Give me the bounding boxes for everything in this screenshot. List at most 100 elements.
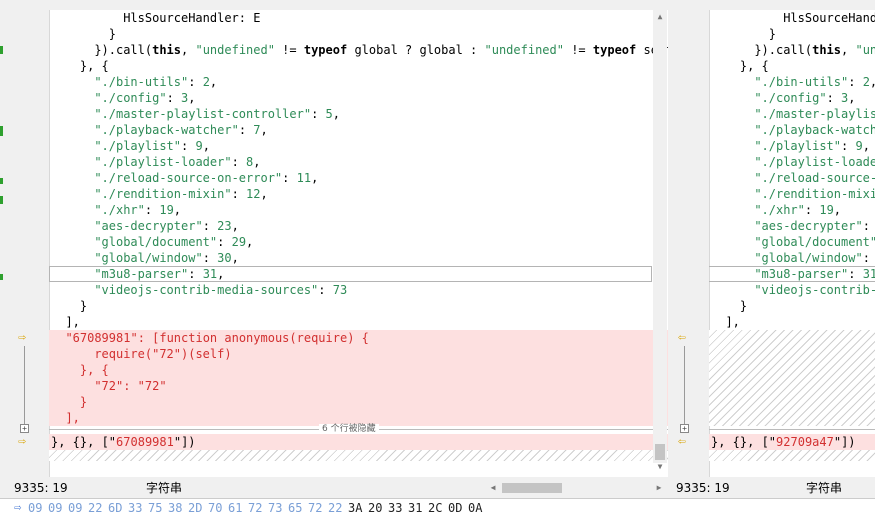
- code-token: "aes-decrypter": [754, 219, 863, 233]
- code-line[interactable]: "./playlist-loader": 8,: [49, 154, 668, 170]
- change-indicator: [0, 196, 3, 204]
- code-token: this: [152, 43, 182, 57]
- code-line[interactable]: "./master-playlist-controller": [709, 106, 875, 122]
- code-line[interactable]: "./reload-source-on-error": [709, 170, 875, 186]
- code-line[interactable]: "videojs-contrib-media-sources": [709, 282, 875, 298]
- left-vertical-scrollbar[interactable]: ▲ ▼: [653, 10, 667, 471]
- empty-hatch-area: [709, 330, 875, 426]
- left-code-area[interactable]: HlsSourceHandler: E}}).call(this, "undef…: [49, 10, 668, 477]
- code-line[interactable]: "./xhr": 19,: [49, 202, 668, 218]
- code-token: "undefined": [195, 43, 275, 57]
- code-token: }, {: [79, 59, 109, 73]
- code-token: "./xhr": [754, 203, 805, 217]
- code-line[interactable]: }: [49, 298, 668, 314]
- code-line[interactable]: "./playlist": 9,: [49, 138, 668, 154]
- code-line[interactable]: "./master-playlist-controller": 5,: [49, 106, 668, 122]
- code-token: ,: [260, 187, 268, 201]
- hex-byte: 72: [248, 501, 263, 515]
- code-token: 9: [855, 139, 863, 153]
- hex-byte: 0A: [468, 501, 483, 515]
- arrow-left-marker-icon[interactable]: ⇦: [678, 434, 686, 450]
- scroll-thumb[interactable]: [655, 444, 665, 460]
- code-token: "]): [833, 435, 856, 449]
- change-indicator: [0, 274, 3, 280]
- code-line[interactable]: "m3u8-parser": 31,: [49, 266, 668, 282]
- code-token: ,: [246, 235, 254, 249]
- code-token: }).call(: [94, 43, 153, 57]
- code-line[interactable]: "aes-decrypter": 23,: [49, 218, 668, 234]
- left-horizontal-scrollbar[interactable]: ◀ ▶: [486, 481, 668, 495]
- code-line[interactable]: "./reload-source-on-error": 11,: [49, 170, 668, 186]
- code-line[interactable]: "global/window": 30: [709, 250, 875, 266]
- code-token: "m3u8-parser": [754, 267, 849, 281]
- code-line[interactable]: }: [49, 394, 668, 410]
- code-token: :: [166, 91, 182, 105]
- code-line[interactable]: "./config": 3,: [49, 90, 668, 106]
- code-token: "]): [173, 435, 196, 449]
- code-token: "./playback-watcher": [754, 123, 875, 137]
- code-line[interactable]: }: [709, 26, 875, 42]
- code-token: :: [202, 251, 218, 265]
- code-line[interactable]: "./playback-watcher": 7,: [49, 122, 668, 138]
- code-token: ,: [231, 219, 239, 233]
- code-line[interactable]: "./rendition-mixin": 12,: [49, 186, 668, 202]
- hex-byte: 75: [148, 501, 163, 515]
- code-line[interactable]: ],: [49, 314, 668, 330]
- code-line[interactable]: }, {: [49, 362, 668, 378]
- scroll-thumb[interactable]: [502, 483, 562, 493]
- code-line[interactable]: "./bin-utils": 2,: [709, 74, 875, 90]
- code-token: "./config": [754, 91, 827, 105]
- code-token: :: [188, 75, 203, 89]
- code-line[interactable]: "m3u8-parser": 31,: [709, 266, 875, 282]
- arrow-right-marker-icon[interactable]: ⇨: [18, 434, 26, 450]
- code-line[interactable]: }, {: [709, 58, 875, 74]
- code-line[interactable]: }).call(this, "undefined" != typeof glob…: [49, 42, 668, 58]
- hex-byte: 61: [228, 501, 243, 515]
- code-line[interactable]: }: [49, 26, 668, 42]
- code-token: }: [739, 299, 748, 313]
- scroll-up-icon[interactable]: ▲: [653, 10, 667, 24]
- code-line[interactable]: }).call(this, "undefined": [709, 42, 875, 58]
- fold-bracket: [24, 346, 25, 426]
- code-line[interactable]: "67089981": [function anonymous(require)…: [49, 330, 668, 346]
- scroll-left-icon[interactable]: ◀: [486, 481, 500, 495]
- code-token: this: [812, 43, 842, 57]
- code-token: 29: [231, 235, 247, 249]
- code-line[interactable]: ],: [709, 314, 875, 330]
- code-token: require("72")(self): [94, 347, 232, 361]
- code-line[interactable]: "videojs-contrib-media-sources": 73: [49, 282, 668, 298]
- code-token: 31: [862, 267, 875, 281]
- expand-plus-icon[interactable]: +: [20, 424, 29, 433]
- hex-byte: 09: [28, 501, 43, 515]
- right-code-area[interactable]: HlsSourceHandler: E}}).call(this, "undef…: [709, 10, 875, 477]
- code-line[interactable]: require("72")(self): [49, 346, 668, 362]
- code-token: typeof: [303, 43, 348, 57]
- code-line[interactable]: "./rendition-mixin": [709, 186, 875, 202]
- code-line[interactable]: "./playlist": 9,: [709, 138, 875, 154]
- code-line[interactable]: "./config": 3,: [709, 90, 875, 106]
- code-token: "./playlist-loader": [94, 155, 232, 169]
- code-line[interactable]: HlsSourceHandler: E: [709, 10, 875, 26]
- code-line[interactable]: "72": "72": [49, 378, 668, 394]
- code-line[interactable]: "./xhr": 19,: [709, 202, 875, 218]
- code-line[interactable]: "./bin-utils": 2,: [49, 74, 668, 90]
- scroll-down-icon[interactable]: ▼: [653, 460, 667, 474]
- right-compare-pane[interactable]: HlsSourceHandler: E}}).call(this, "undef…: [674, 10, 875, 477]
- fold-hidden-lines-label[interactable]: 6 个行被隐藏: [319, 424, 379, 434]
- code-line[interactable]: }, {: [49, 58, 668, 74]
- arrow-left-marker-icon[interactable]: ⇦: [678, 330, 686, 346]
- code-line[interactable]: "global/document": 29,: [49, 234, 668, 250]
- code-line[interactable]: "./playlist-loader": [709, 154, 875, 170]
- code-line[interactable]: }: [709, 298, 875, 314]
- arrow-right-marker-icon[interactable]: ⇨: [18, 330, 26, 346]
- code-token: HlsSourceHandler: E: [123, 11, 261, 25]
- code-line[interactable]: "aes-decrypter": 23: [709, 218, 875, 234]
- scroll-right-icon[interactable]: ▶: [652, 481, 666, 495]
- code-line[interactable]: "global/window": 30,: [49, 250, 668, 266]
- left-compare-pane[interactable]: HlsSourceHandler: E}}).call(this, "undef…: [14, 10, 668, 477]
- code-line[interactable]: HlsSourceHandler: E: [49, 10, 668, 26]
- code-line[interactable]: "global/document": 29: [709, 234, 875, 250]
- expand-plus-icon[interactable]: +: [680, 424, 689, 433]
- code-line[interactable]: "./playback-watcher": [709, 122, 875, 138]
- empty-hatch-area: [49, 450, 668, 461]
